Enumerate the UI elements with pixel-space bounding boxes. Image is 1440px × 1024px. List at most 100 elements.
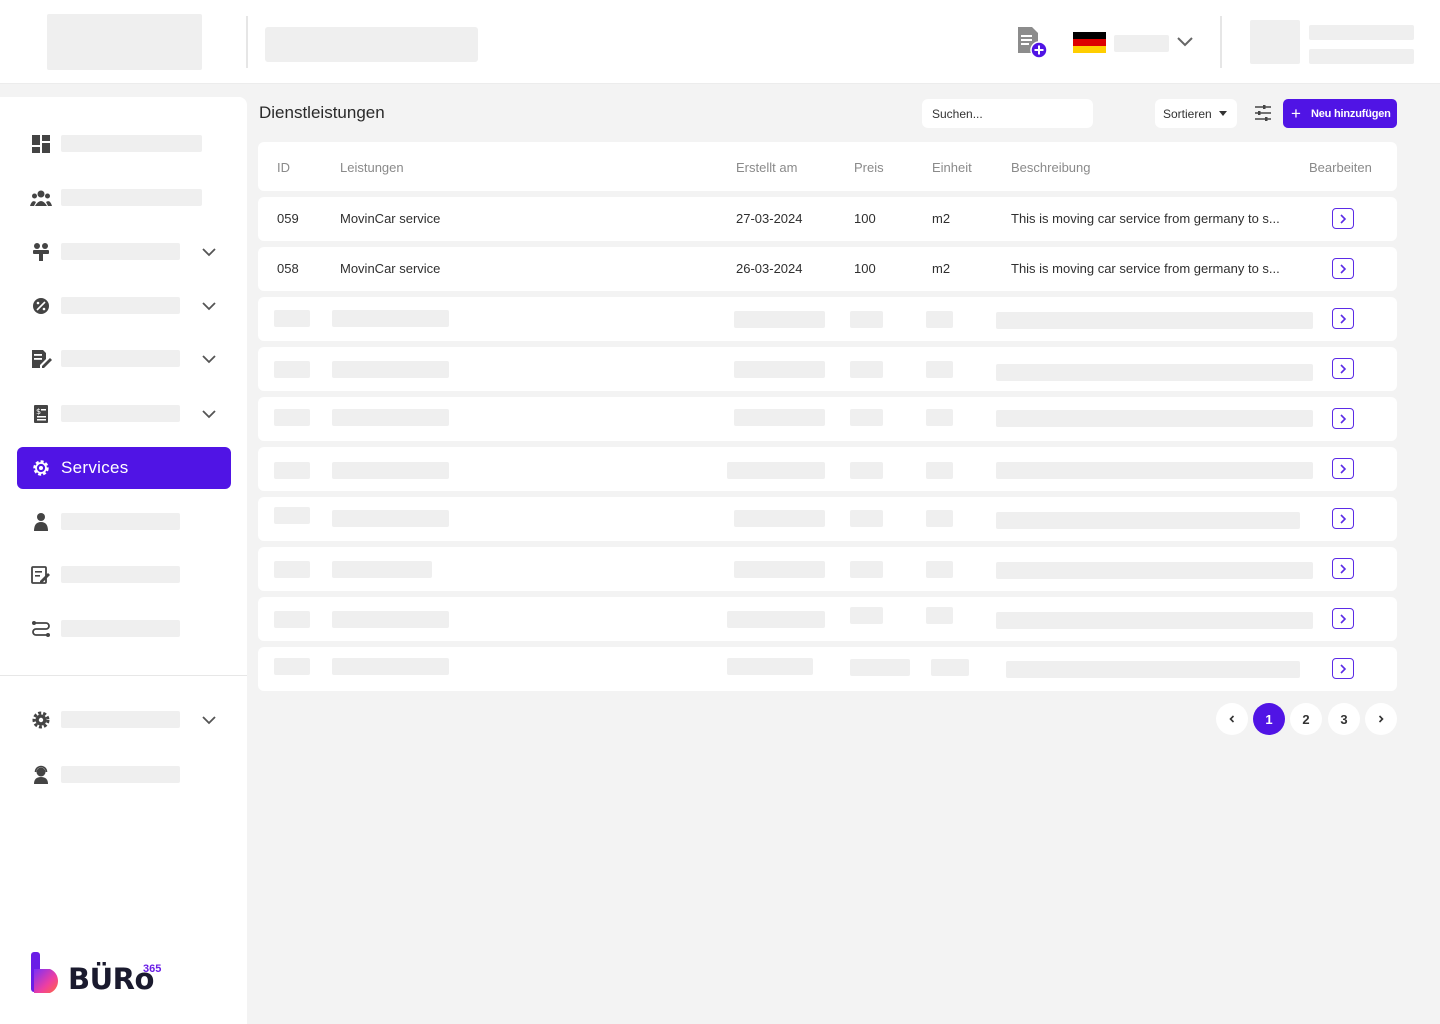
cell-placeholder xyxy=(332,361,449,378)
table-row[interactable]: 059 MovinCar service 27-03-2024 100 m2 T… xyxy=(258,197,1397,241)
edit-button[interactable] xyxy=(1332,558,1354,579)
cell-service: MovinCar service xyxy=(340,211,441,226)
sidebar-item-dashboard[interactable] xyxy=(17,123,231,165)
chevron-down-icon[interactable] xyxy=(200,711,218,729)
cell-placeholder xyxy=(274,658,310,675)
cell-placeholder xyxy=(850,409,883,426)
edit-button[interactable] xyxy=(1332,458,1354,479)
chevron-right-icon xyxy=(1340,313,1347,324)
header-search-placeholder[interactable] xyxy=(265,27,478,62)
sort-dropdown[interactable]: Sortieren xyxy=(1155,99,1237,128)
cell-placeholder xyxy=(926,607,953,624)
table-row-placeholder[interactable] xyxy=(258,497,1397,541)
filter-sliders-icon[interactable] xyxy=(1253,103,1273,123)
chevron-right-icon xyxy=(1340,563,1347,574)
brand-superscript: 365 xyxy=(143,963,162,975)
chevron-right-icon xyxy=(1378,715,1384,723)
table-row[interactable]: 058 MovinCar service 26-03-2024 100 m2 T… xyxy=(258,247,1397,291)
pagination-page-3[interactable]: 3 xyxy=(1328,703,1360,735)
sidebar-item-documents[interactable] xyxy=(17,338,231,380)
cell-placeholder xyxy=(850,361,883,378)
cell-placeholder xyxy=(734,510,825,527)
sidebar-item-label-placeholder xyxy=(61,711,180,728)
invoice-icon: $ xyxy=(34,405,48,423)
sidebar-item-label: Services xyxy=(61,458,129,477)
table-row-placeholder[interactable] xyxy=(258,297,1397,341)
search-input[interactable] xyxy=(922,99,1093,128)
chevron-right-icon xyxy=(1340,513,1347,524)
sidebar-item-label-placeholder xyxy=(61,405,180,422)
sidebar-item-profile[interactable] xyxy=(17,501,231,543)
cell-placeholder xyxy=(850,659,910,676)
sidebar-item-support[interactable] xyxy=(17,754,231,796)
edit-button[interactable] xyxy=(1332,358,1354,379)
cell-placeholder xyxy=(332,510,449,527)
column-header-created[interactable]: Erstellt am xyxy=(736,160,797,175)
cell-placeholder xyxy=(274,361,310,378)
chevron-down-icon[interactable] xyxy=(200,405,218,423)
brand-logo: BÜRo 365 xyxy=(30,952,170,997)
pagination-prev-button[interactable] xyxy=(1216,703,1248,735)
table-row-placeholder[interactable] xyxy=(258,547,1397,591)
pagination-page-1[interactable]: 1 xyxy=(1253,703,1285,735)
column-header-service[interactable]: Leistungen xyxy=(340,160,404,175)
table-row-placeholder[interactable] xyxy=(258,397,1397,441)
chevron-down-icon[interactable] xyxy=(200,350,218,368)
chevron-right-icon xyxy=(1340,463,1347,474)
column-header-id[interactable]: ID xyxy=(277,160,290,175)
column-header-unit[interactable]: Einheit xyxy=(932,160,972,175)
add-new-button[interactable]: + Neu hinzufügen xyxy=(1283,99,1397,128)
cell-price: 100 xyxy=(854,211,876,226)
table-row-placeholder[interactable] xyxy=(258,597,1397,641)
edit-button[interactable] xyxy=(1332,408,1354,429)
chevron-down-icon[interactable] xyxy=(200,243,218,261)
column-header-price[interactable]: Preis xyxy=(854,160,884,175)
cell-description: This is moving car service from germany … xyxy=(1011,261,1280,276)
edit-button[interactable] xyxy=(1332,308,1354,329)
chevron-down-icon[interactable] xyxy=(1175,33,1195,51)
sidebar-item-services[interactable]: Services xyxy=(17,447,231,489)
table-row-placeholder[interactable] xyxy=(258,347,1397,391)
table-row-placeholder[interactable] xyxy=(258,647,1397,691)
sidebar-item-notes[interactable] xyxy=(17,554,231,596)
chevron-right-icon xyxy=(1340,363,1347,374)
cell-description: This is moving car service from germany … xyxy=(1011,211,1280,226)
cell-placeholder xyxy=(734,361,825,378)
sidebar-item-settings[interactable] xyxy=(17,699,231,741)
cell-placeholder xyxy=(727,611,825,628)
service-gear-icon xyxy=(33,460,49,476)
cell-placeholder xyxy=(850,510,883,527)
sidebar-item-invoices[interactable]: $ xyxy=(17,393,231,435)
germany-flag-icon[interactable] xyxy=(1073,32,1106,53)
sidebar-item-routes[interactable] xyxy=(17,608,231,650)
sidebar-item-employees[interactable] xyxy=(17,231,231,273)
cell-placeholder xyxy=(996,462,1313,479)
user-name-placeholder xyxy=(1309,25,1414,40)
cell-placeholder xyxy=(274,561,310,578)
cell-placeholder xyxy=(332,658,449,675)
pagination-next-button[interactable] xyxy=(1365,703,1397,735)
sidebar-item-customers[interactable] xyxy=(17,177,231,219)
cell-placeholder xyxy=(274,310,310,327)
edit-button[interactable] xyxy=(1332,208,1354,229)
cell-placeholder xyxy=(274,462,310,479)
table-row-placeholder[interactable] xyxy=(258,447,1397,491)
edit-button[interactable] xyxy=(1332,608,1354,629)
chevron-right-icon xyxy=(1340,213,1347,224)
note-edit-icon xyxy=(31,566,50,584)
edit-button[interactable] xyxy=(1332,508,1354,529)
edit-button[interactable] xyxy=(1332,658,1354,679)
cell-placeholder xyxy=(850,607,883,624)
add-document-icon[interactable] xyxy=(1015,26,1049,60)
pagination-page-2[interactable]: 2 xyxy=(1290,703,1322,735)
sidebar-item-label-placeholder xyxy=(61,189,202,206)
cell-service: MovinCar service xyxy=(340,261,441,276)
chevron-down-icon[interactable] xyxy=(200,297,218,315)
column-header-description[interactable]: Beschreibung xyxy=(1011,160,1091,175)
language-name-placeholder[interactable] xyxy=(1114,35,1169,52)
header-divider xyxy=(1220,16,1222,68)
sort-label: Sortieren xyxy=(1163,106,1212,121)
edit-button[interactable] xyxy=(1332,258,1354,279)
sidebar-item-discounts[interactable] xyxy=(17,285,231,327)
avatar[interactable] xyxy=(1250,20,1300,64)
